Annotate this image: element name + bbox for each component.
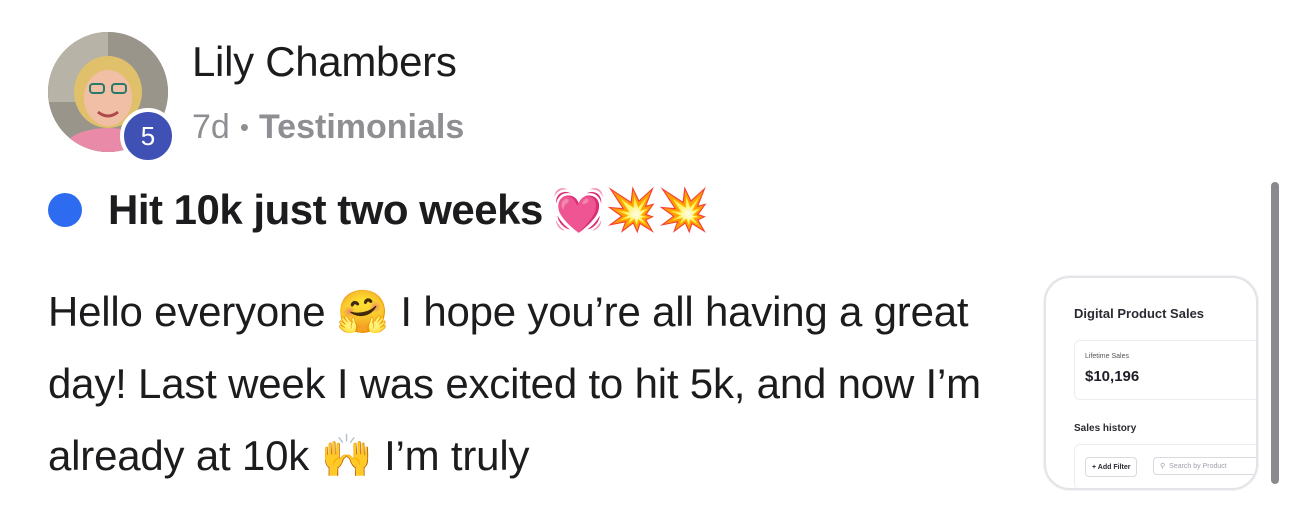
level-badge: 5 <box>120 108 176 164</box>
search-placeholder: Search by Product <box>1169 462 1227 470</box>
post-title[interactable]: Hit 10k just two weeks <box>108 186 543 234</box>
community-post[interactable]: 5 Lily Chambers 7d • Testimonials Hit 10… <box>0 0 1290 518</box>
scrollbar[interactable] <box>1271 182 1279 484</box>
meta-separator: • <box>239 112 249 142</box>
attachment-thumbnail[interactable]: Digital Product Sales Lifetime Sales $10… <box>1044 276 1258 490</box>
author-name[interactable]: Lily Chambers <box>192 38 457 86</box>
add-filter-button: + Add Filter <box>1085 457 1138 477</box>
unread-indicator-icon <box>48 193 82 227</box>
lifetime-sales-label: Lifetime Sales <box>1085 353 1129 360</box>
lifetime-sales-value: $10,196 <box>1085 368 1140 385</box>
category-link[interactable]: Testimonials <box>259 108 464 147</box>
post-meta: 7d • Testimonials <box>192 108 464 147</box>
sales-history-label: Sales history <box>1074 423 1137 434</box>
time-ago: 7d <box>192 108 230 146</box>
filter-area: + Add Filter ⚲ Search by Product <box>1074 444 1256 488</box>
title-row[interactable]: Hit 10k just two weeks 💓💥💥 <box>48 186 710 234</box>
thumbnail-title: Digital Product Sales <box>1074 306 1205 321</box>
search-icon: ⚲ <box>1160 463 1166 470</box>
post-body[interactable]: Hello everyone 🤗 I hope you’re all havin… <box>48 276 1008 492</box>
search-field: ⚲ Search by Product <box>1153 457 1256 475</box>
title-emojis: 💓💥💥 <box>552 186 710 233</box>
lifetime-sales-card: Lifetime Sales $10,196 <box>1074 340 1256 400</box>
